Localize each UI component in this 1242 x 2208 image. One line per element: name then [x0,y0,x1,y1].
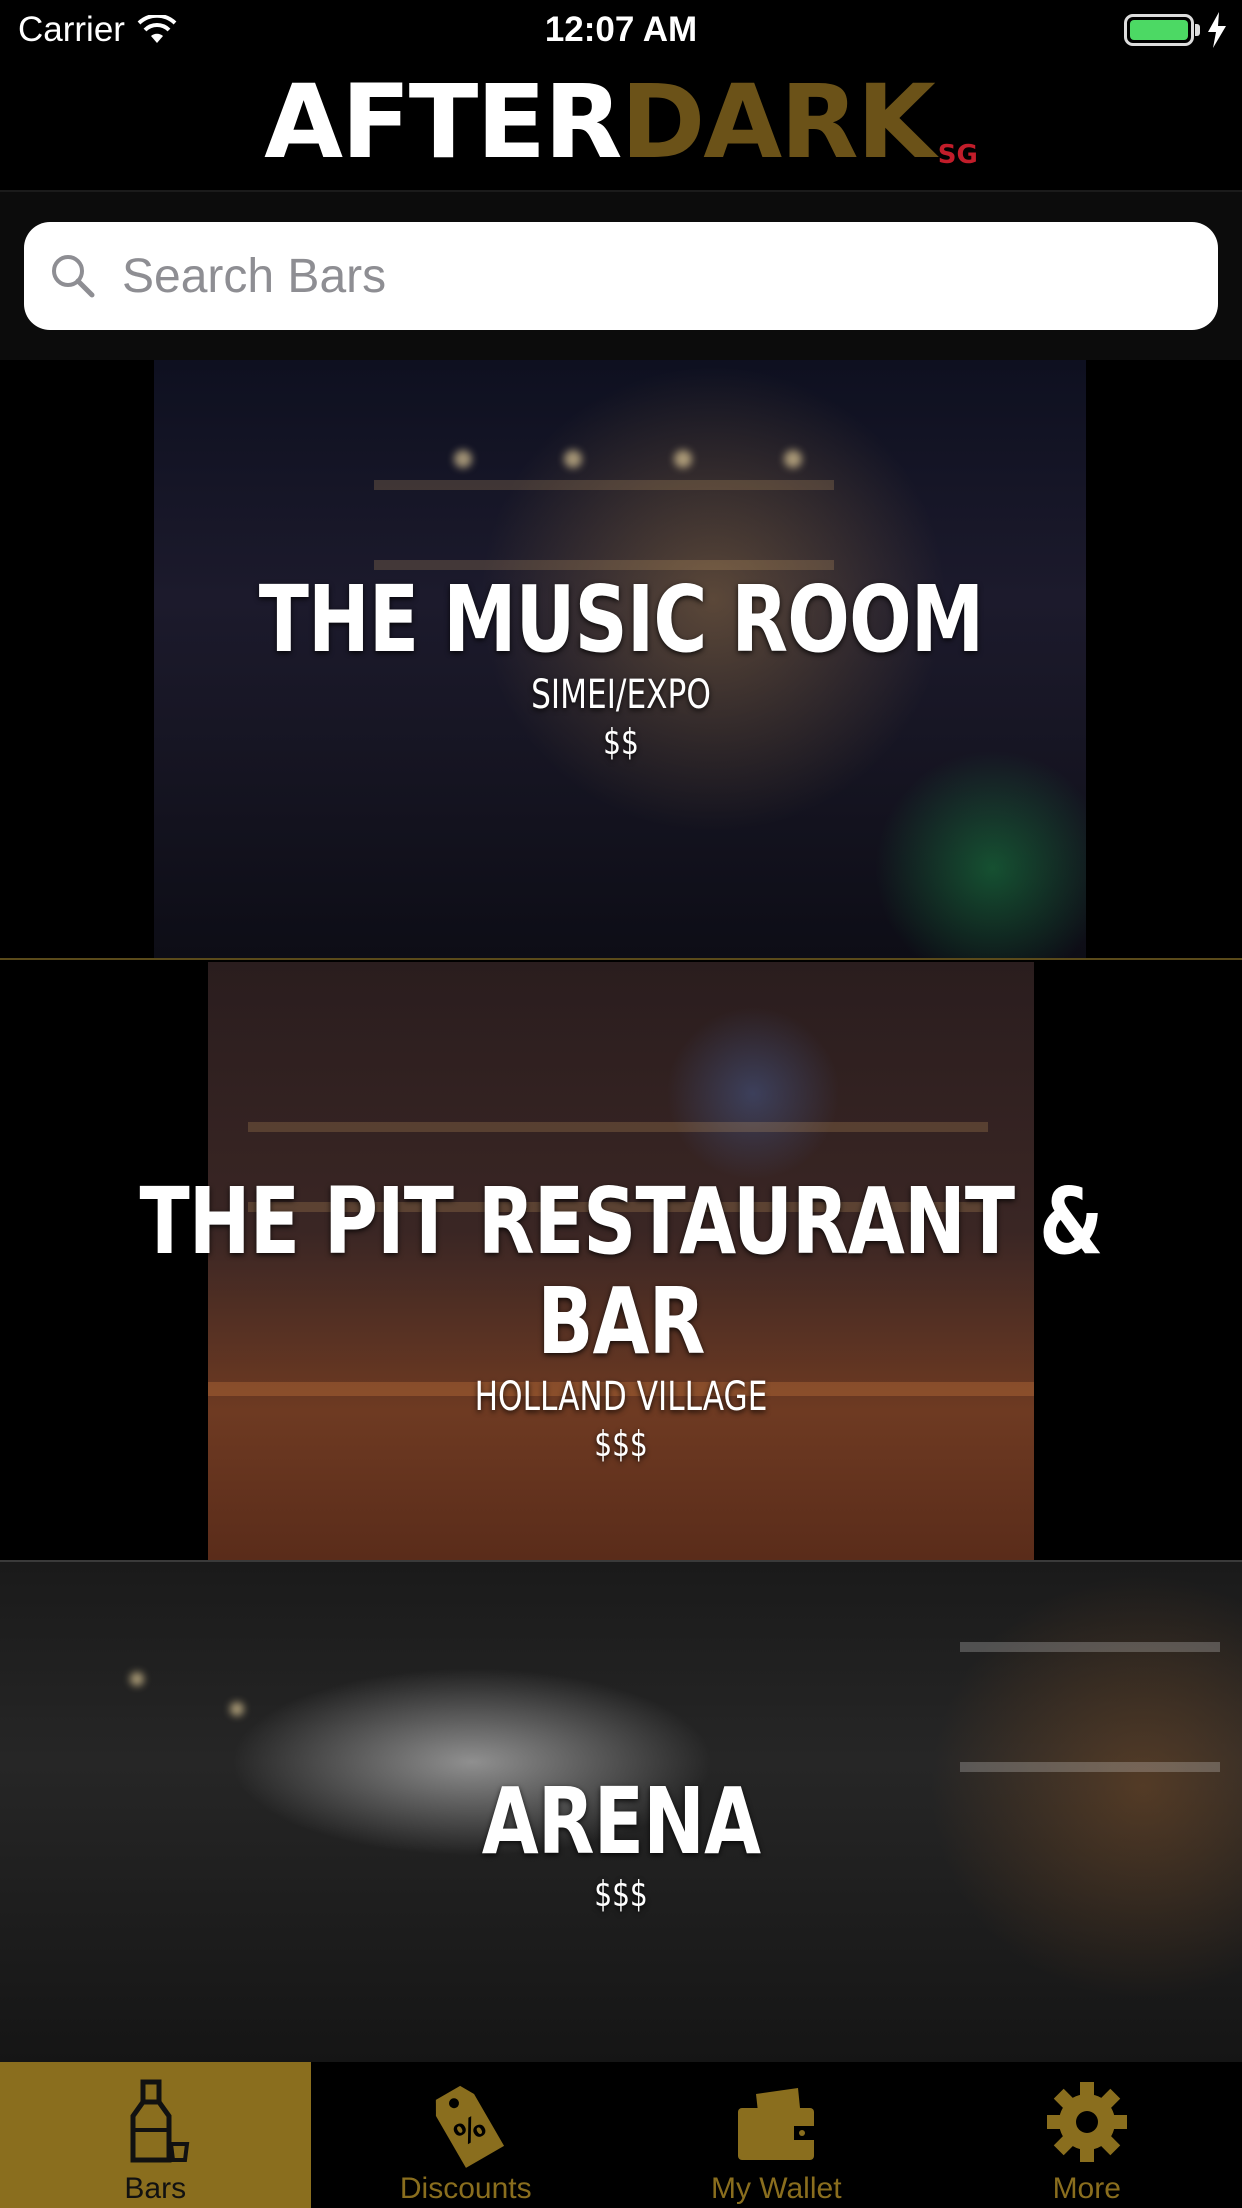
search-input[interactable] [122,248,1122,304]
bar-name: ARENA [481,1768,761,1875]
bar-price: $$ [603,722,639,763]
bar-name: THE MUSIC ROOM [258,566,984,673]
battery-fill [1130,20,1188,40]
bottle-icon [130,2079,190,2163]
tab-bars[interactable]: Bars [0,2062,311,2208]
tab-discounts[interactable]: % Discounts [311,2062,622,2208]
wallet-icon [738,2088,815,2160]
bar-card-text: ARENA $$$ [0,1772,1242,1918]
tab-label: Discounts [399,2172,532,2205]
tab-my-wallet[interactable]: My Wallet [621,2062,932,2208]
search-area [0,192,1242,360]
tab-label: My Wallet [710,2172,842,2205]
tab-bar: Bars % Discounts My Wallet More [0,2062,1242,2208]
search-bar[interactable] [24,222,1218,330]
search-icon [52,255,95,298]
bar-price: $$$ [594,1424,648,1465]
status-time: 12:07 AM [544,10,698,49]
app-header: AFTERDARK SG [0,60,1242,192]
bar-price: $$$ [594,1874,648,1915]
bar-card-the-pit[interactable]: THE PIT RESTAURANT & BAR HOLLAND VILLAGE… [0,962,1242,1562]
logo-after: AFTER [264,63,622,182]
gear-icon [1046,2082,1127,2162]
tab-label: More [1052,2172,1121,2205]
discount-tag-icon: % [435,2085,504,2168]
bar-card-music-room[interactable]: THE MUSIC ROOM SIMEI/EXPO $$ [0,360,1242,960]
status-bar: Carrier 12:07 AM [0,0,1242,60]
battery-cap [1195,24,1200,36]
logo-dark: DARK [620,63,936,182]
app-logo: AFTERDARK SG [0,68,1242,210]
logo-sg: SG [937,140,978,170]
bar-card-text: THE MUSIC ROOM SIMEI/EXPO $$ [0,570,1242,766]
bar-card-arena[interactable]: ARENA $$$ [0,1562,1242,2062]
bar-name: THE PIT RESTAURANT & BAR [139,1168,1103,1375]
bar-location: SIMEI/EXPO [531,672,711,718]
tab-label: Bars [124,2172,187,2205]
bar-card-text: THE PIT RESTAURANT & BAR HOLLAND VILLAGE… [0,1172,1242,1468]
charging-bolt-icon [1208,12,1226,48]
bar-location: HOLLAND VILLAGE [474,1374,768,1420]
tab-more[interactable]: More [932,2062,1242,2208]
battery-icon [1124,14,1194,46]
